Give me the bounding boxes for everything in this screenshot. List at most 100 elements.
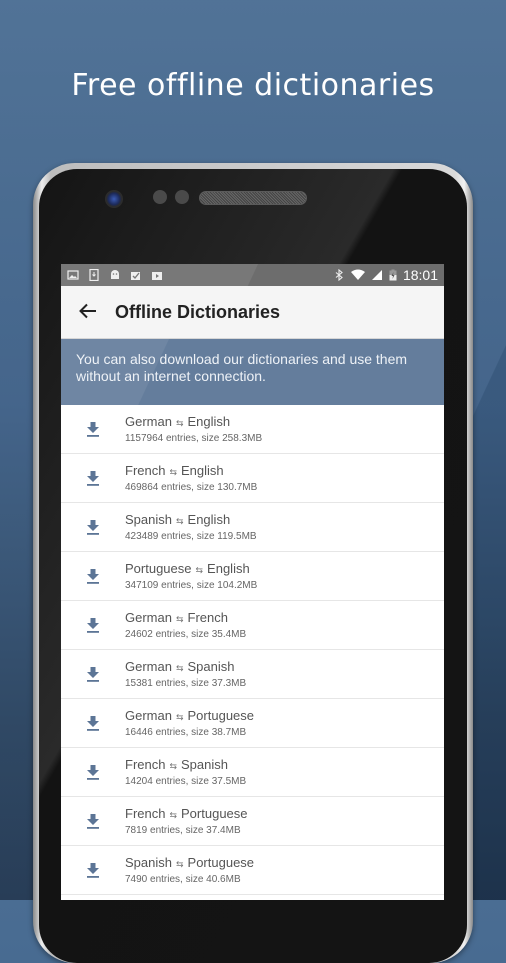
download-icon [87, 863, 99, 878]
source-language: German [125, 658, 172, 674]
dictionary-item[interactable]: German ⇆ French 24602 entries, size 35.4MB [61, 601, 444, 650]
play-store-icon [152, 272, 162, 280]
dictionary-details: 7819 entries, size 37.4MB [125, 824, 241, 836]
dictionary-title: Spanish ⇆ Portuguese [125, 855, 254, 872]
dictionary-details: 24602 entries, size 35.4MB [125, 628, 247, 640]
source-language: French [125, 805, 166, 821]
download-icon [87, 422, 99, 437]
clipboard-check-icon [131, 272, 140, 280]
download-button[interactable] [61, 519, 125, 535]
dictionary-title: French ⇆ English [125, 463, 257, 480]
dictionary-item[interactable]: Spanish ⇆ English 423489 entries, size 119… [61, 503, 444, 552]
target-language: French [187, 609, 228, 625]
download-button[interactable] [61, 715, 125, 731]
dictionary-details: 423489 entries, size 119.5MB [125, 530, 257, 542]
target-language: Portuguese [187, 854, 255, 870]
target-language: Portuguese [187, 707, 255, 723]
sensor-icon [153, 190, 167, 204]
download-icon [87, 471, 99, 486]
page-title: Offline Dictionaries [115, 301, 281, 322]
dictionary-item[interactable]: French ⇆ English 469864 entries, size 130.… [61, 454, 444, 503]
download-icon [89, 269, 99, 281]
target-language: Portuguese [181, 805, 248, 821]
dictionary-title: German ⇆ Spanish [125, 659, 246, 676]
download-icon [87, 520, 99, 535]
swap-arrows-icon: ⇆ [169, 760, 178, 771]
source-language: French [125, 756, 166, 772]
download-icon [87, 569, 99, 584]
info-banner: You can also download our dictionaries a… [61, 339, 444, 405]
dictionary-details: 347109 entries, size 104.2MB [125, 579, 258, 591]
dictionary-title: German ⇆ French [125, 610, 246, 627]
swap-arrows-icon: ⇆ [175, 858, 184, 869]
target-language: English [207, 560, 250, 576]
battery-charging-icon [389, 269, 397, 281]
dictionary-details: 14204 entries, size 37.5MB [125, 775, 247, 787]
dictionary-details: 469864 entries, size 130.7MB [125, 481, 258, 493]
wifi-icon [350, 269, 365, 280]
dictionary-item[interactable]: Portuguese ⇆ English 347109 entries, size … [61, 552, 444, 601]
dictionary-item[interactable]: French ⇆ Spanish 14204 entries, size 37.5M… [61, 748, 444, 797]
target-language: Spanish [181, 756, 228, 772]
sensor-icon [175, 190, 189, 204]
status-bar: 18:01 [61, 264, 444, 286]
dictionary-title: French ⇆ Portuguese [125, 806, 248, 823]
dictionary-item[interactable]: German ⇆ Spanish 15381 entries, size 37.3M… [61, 650, 444, 699]
earpiece-speaker [199, 191, 307, 205]
target-language: English [187, 413, 231, 429]
dictionary-title: German ⇆ English [125, 414, 262, 431]
swap-arrows-icon: ⇆ [175, 515, 184, 526]
source-language: Portuguese [125, 560, 192, 576]
download-button[interactable] [61, 568, 125, 584]
bluetooth-icon [335, 269, 343, 281]
download-button[interactable] [61, 764, 125, 780]
dictionary-title: Spanish ⇆ English [125, 512, 257, 529]
swap-arrows-icon: ⇆ [169, 809, 178, 820]
download-button[interactable] [61, 470, 125, 486]
dictionary-item[interactable]: German ⇆ English 1157964 entries, size 258… [61, 405, 444, 454]
front-camera-icon [105, 190, 123, 208]
target-language: English [181, 462, 224, 478]
download-icon [87, 667, 99, 682]
app-toolbar: Offline Dictionaries [61, 286, 444, 339]
source-language: German [125, 413, 172, 429]
dictionary-details: 7490 entries, size 40.6MB [125, 873, 241, 885]
target-language: English [187, 511, 231, 527]
source-language: German [125, 707, 172, 723]
swap-arrows-icon: ⇆ [175, 613, 184, 624]
info-banner-text: You can also download our dictionaries a… [76, 351, 408, 384]
clock: 18:01 [402, 267, 438, 283]
download-icon [87, 814, 99, 829]
swap-arrows-icon: ⇆ [175, 662, 184, 673]
back-button[interactable] [61, 299, 115, 325]
dictionary-title: German ⇆ Portuguese [125, 708, 254, 725]
download-icon [87, 765, 99, 780]
dictionary-item[interactable]: French ⇆ Portuguese 7819 entries, size 37.… [61, 797, 444, 846]
dictionary-details: 1157964 entries, size 258.3MB [125, 432, 263, 444]
source-language: Spanish [125, 854, 172, 870]
target-language: Spanish [187, 658, 235, 674]
download-button[interactable] [61, 617, 125, 633]
download-button[interactable] [61, 862, 125, 878]
image-icon [67, 270, 79, 280]
dictionary-item[interactable]: Spanish ⇆ Portuguese 7490 entries, size 40… [61, 846, 444, 895]
dictionary-title: French ⇆ Spanish [125, 757, 246, 774]
dictionary-item[interactable]: German ⇆ Portuguese 16446 entries, size 38… [61, 699, 444, 748]
promo-headline: Free offline dictionaries [71, 68, 435, 103]
download-button[interactable] [61, 421, 125, 437]
arrow-left-icon [79, 303, 96, 319]
download-button[interactable] [61, 813, 125, 829]
download-button[interactable] [61, 666, 125, 682]
download-icon [87, 618, 99, 633]
swap-arrows-icon: ⇆ [175, 711, 184, 722]
source-language: Spanish [125, 511, 172, 527]
android-icon [111, 270, 119, 279]
swap-arrows-icon: ⇆ [195, 564, 204, 575]
dictionary-details: 15381 entries, size 37.3MB [125, 677, 247, 689]
phone-screen: 18:01 Offline Dictionaries You can also … [61, 264, 444, 900]
source-language: French [125, 462, 166, 478]
source-language: German [125, 609, 172, 625]
swap-arrows-icon: ⇆ [175, 417, 184, 428]
download-icon [87, 716, 99, 731]
swap-arrows-icon: ⇆ [169, 466, 178, 477]
